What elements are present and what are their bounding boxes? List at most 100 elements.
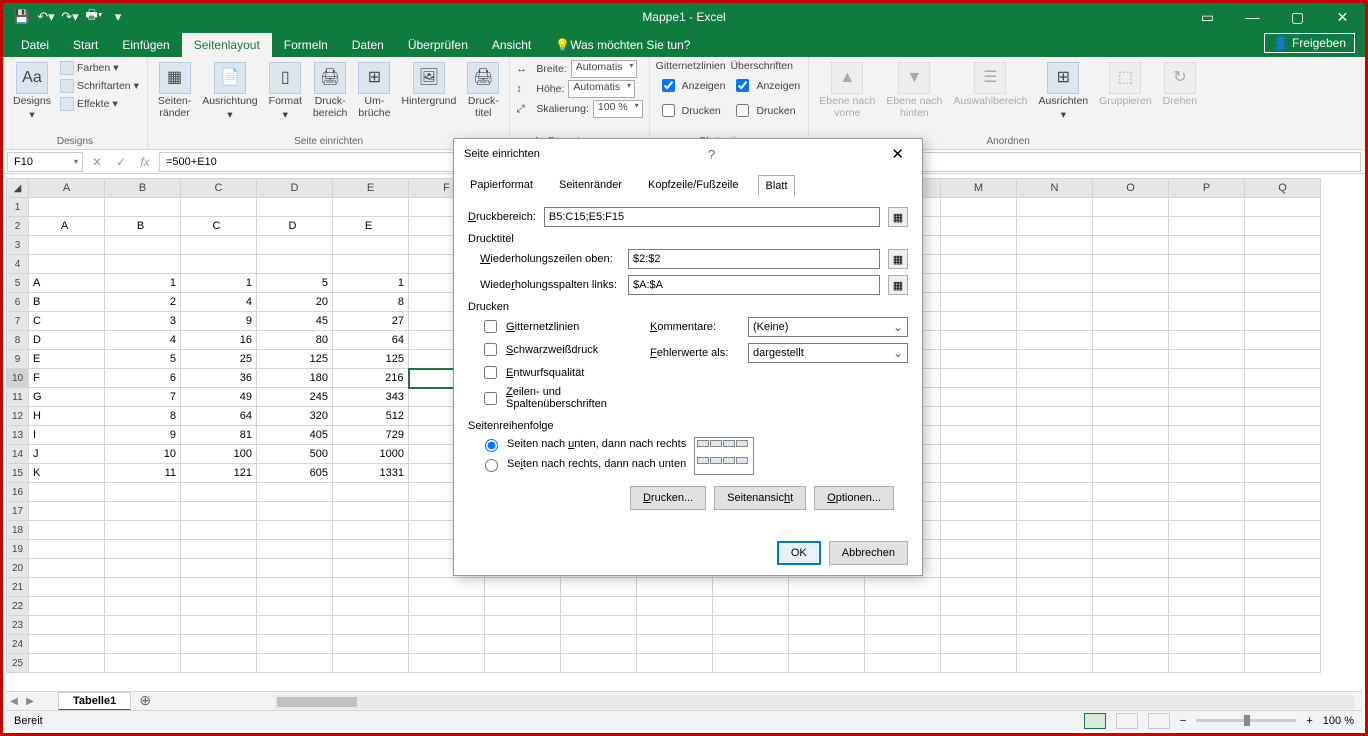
cell[interactable] xyxy=(1093,312,1169,331)
cell[interactable]: 605 xyxy=(257,464,333,483)
cell[interactable]: 64 xyxy=(333,331,409,350)
cell[interactable] xyxy=(257,521,333,540)
cell[interactable]: 8 xyxy=(105,407,181,426)
print-button[interactable]: Drucken... xyxy=(630,486,706,510)
cell[interactable] xyxy=(561,654,637,673)
cell[interactable] xyxy=(1245,217,1321,236)
cell[interactable] xyxy=(1017,578,1093,597)
cell[interactable] xyxy=(1017,654,1093,673)
cell[interactable] xyxy=(29,198,105,217)
cell[interactable] xyxy=(941,616,1017,635)
cell[interactable] xyxy=(1169,540,1245,559)
cell[interactable] xyxy=(1169,388,1245,407)
cell[interactable] xyxy=(1169,331,1245,350)
cell[interactable]: 125 xyxy=(257,350,333,369)
cell[interactable] xyxy=(1093,198,1169,217)
cell[interactable] xyxy=(29,236,105,255)
cell[interactable] xyxy=(865,578,941,597)
cell[interactable]: 25 xyxy=(181,350,257,369)
cell[interactable]: A xyxy=(29,217,105,236)
dialog-tab-papierformat[interactable]: Papierformat xyxy=(464,175,539,197)
dialog-tab-kopfzeile[interactable]: Kopfzeile/Fußzeile xyxy=(642,175,745,197)
cell[interactable] xyxy=(1245,407,1321,426)
column-header[interactable]: A xyxy=(29,179,105,198)
cell[interactable] xyxy=(1017,616,1093,635)
background-button[interactable]: 🖼Hintergrund xyxy=(397,60,460,110)
range-picker-icon[interactable]: ▦ xyxy=(888,275,908,295)
cell[interactable] xyxy=(1169,369,1245,388)
cell[interactable] xyxy=(789,597,865,616)
cell[interactable] xyxy=(941,198,1017,217)
cell[interactable] xyxy=(485,635,561,654)
cell[interactable] xyxy=(941,445,1017,464)
cell[interactable] xyxy=(941,350,1017,369)
maximize-icon[interactable]: ▢ xyxy=(1275,3,1320,31)
scale-select[interactable]: 100 % xyxy=(593,100,643,118)
cell[interactable]: 1 xyxy=(333,274,409,293)
cell[interactable] xyxy=(105,559,181,578)
cell[interactable] xyxy=(1017,217,1093,236)
cell[interactable]: 20 xyxy=(257,293,333,312)
cell[interactable]: 512 xyxy=(333,407,409,426)
cell[interactable] xyxy=(1093,255,1169,274)
print-area-button[interactable]: 🖨Druck- bereich xyxy=(309,60,351,121)
cell[interactable]: 49 xyxy=(181,388,257,407)
cell[interactable] xyxy=(1169,255,1245,274)
cell[interactable] xyxy=(333,483,409,502)
cell[interactable] xyxy=(941,312,1017,331)
cell[interactable] xyxy=(1169,559,1245,578)
cell[interactable]: 3 xyxy=(105,312,181,331)
draft-checkbox[interactable]: Entwurfsqualität xyxy=(480,363,630,382)
cell[interactable] xyxy=(1093,274,1169,293)
cell[interactable] xyxy=(1245,255,1321,274)
options-button[interactable]: Optionen... xyxy=(814,486,894,510)
cell[interactable] xyxy=(181,616,257,635)
cell[interactable] xyxy=(1093,331,1169,350)
cell[interactable] xyxy=(29,635,105,654)
cell[interactable] xyxy=(1245,369,1321,388)
cell[interactable] xyxy=(1169,445,1245,464)
cell[interactable] xyxy=(637,578,713,597)
cell[interactable] xyxy=(257,635,333,654)
cell[interactable] xyxy=(941,578,1017,597)
cell[interactable] xyxy=(1093,559,1169,578)
designs-button[interactable]: AaDesigns▾ xyxy=(9,60,55,123)
cell[interactable]: F xyxy=(29,369,105,388)
cell[interactable] xyxy=(941,293,1017,312)
cell[interactable] xyxy=(29,654,105,673)
gridlines-checkbox[interactable]: Gitternetzlinien xyxy=(480,317,630,336)
cell[interactable] xyxy=(333,255,409,274)
cell[interactable]: J xyxy=(29,445,105,464)
cell[interactable] xyxy=(1093,483,1169,502)
cell[interactable]: 45 xyxy=(257,312,333,331)
cell[interactable] xyxy=(941,274,1017,293)
cell[interactable]: 245 xyxy=(257,388,333,407)
cell[interactable] xyxy=(1245,635,1321,654)
sheet-nav-prev-icon[interactable]: ◀ xyxy=(6,696,22,707)
select-all-cell[interactable]: ◢ xyxy=(7,179,29,198)
cell[interactable] xyxy=(1169,483,1245,502)
print-area-input[interactable] xyxy=(544,207,880,227)
cell[interactable] xyxy=(941,635,1017,654)
row-header[interactable]: 21 xyxy=(7,578,29,597)
cell[interactable] xyxy=(1017,255,1093,274)
cell[interactable] xyxy=(1169,407,1245,426)
cell[interactable]: H xyxy=(29,407,105,426)
cell[interactable] xyxy=(1017,540,1093,559)
cell[interactable]: 10 xyxy=(105,445,181,464)
cell[interactable] xyxy=(105,198,181,217)
gridlines-view-checkbox[interactable]: Anzeigen xyxy=(656,74,728,97)
cell[interactable] xyxy=(181,483,257,502)
tab-start[interactable]: Start xyxy=(61,33,110,57)
column-header[interactable]: Q xyxy=(1245,179,1321,198)
cell[interactable] xyxy=(1245,502,1321,521)
sheet-tab[interactable]: Tabelle1 xyxy=(58,692,131,711)
row-header[interactable]: 16 xyxy=(7,483,29,502)
row-header[interactable]: 24 xyxy=(7,635,29,654)
cell[interactable] xyxy=(1245,312,1321,331)
cell[interactable]: D xyxy=(257,217,333,236)
tab-formeln[interactable]: Formeln xyxy=(272,33,340,57)
tab-seitenlayout[interactable]: Seitenlayout xyxy=(182,33,272,57)
cell[interactable] xyxy=(1093,502,1169,521)
blackwhite-checkbox[interactable]: Schwarzweißdruck xyxy=(480,340,630,359)
